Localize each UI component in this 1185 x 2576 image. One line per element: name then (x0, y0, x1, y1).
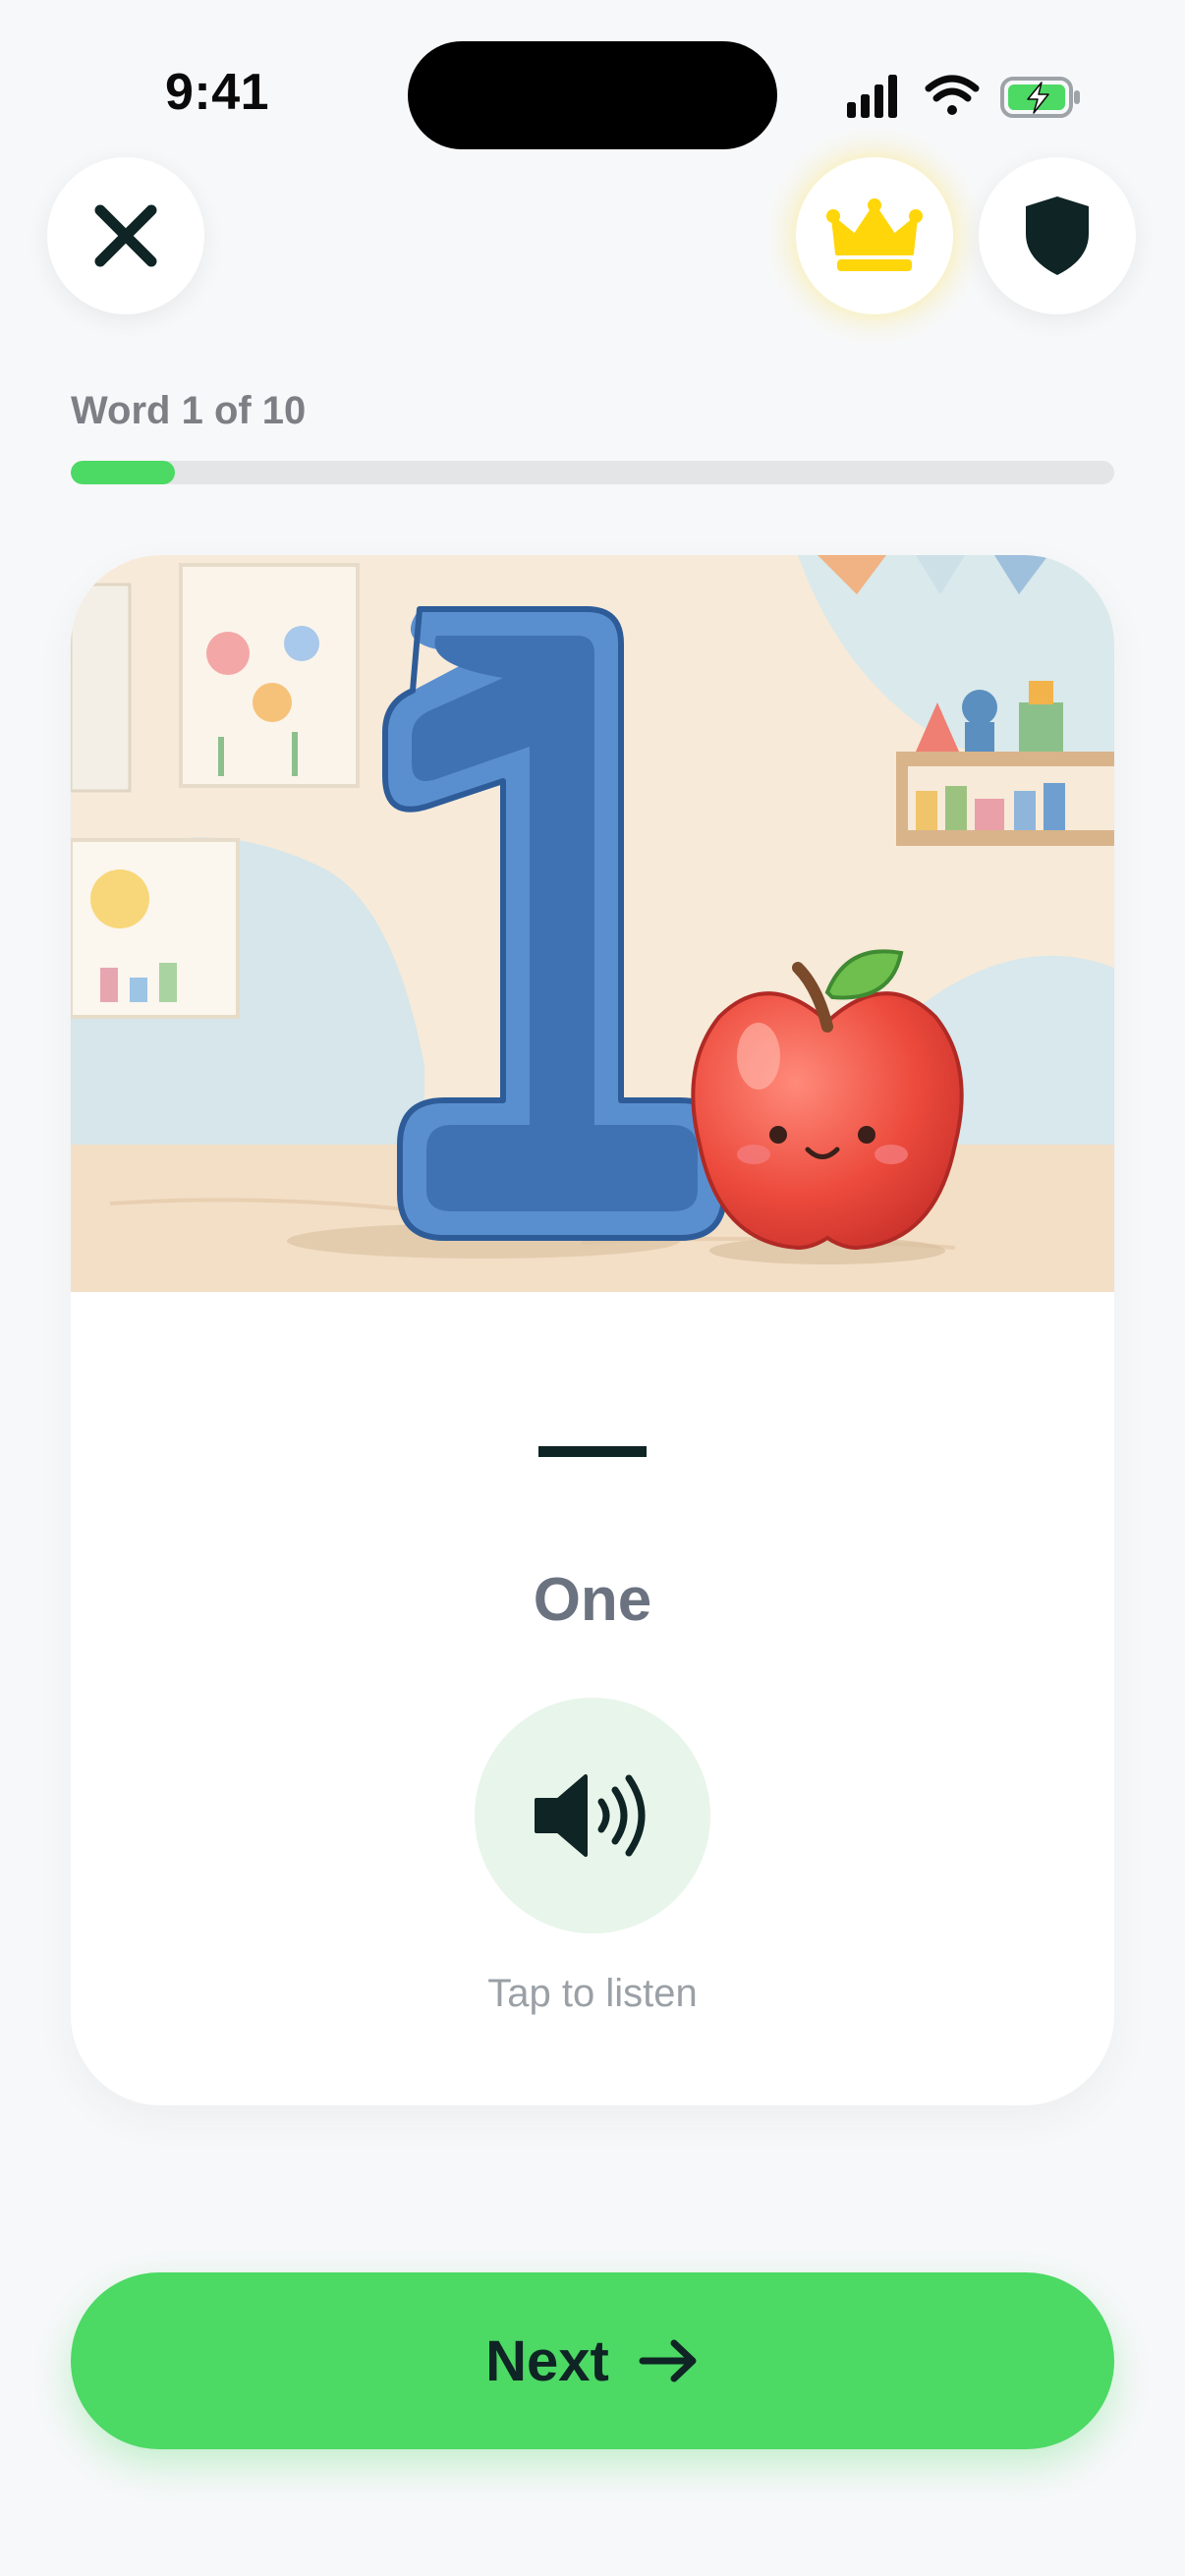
progress-label: Word 1 of 10 (71, 389, 307, 432)
crown-icon (826, 198, 923, 271)
next-button-label: Next (485, 2328, 609, 2393)
shield-icon (1026, 196, 1089, 275)
word-label: One (533, 1566, 652, 1634)
battery-icon (1000, 77, 1080, 118)
progress-bar (71, 461, 1114, 484)
listen-hint: Tap to listen (487, 1972, 698, 2015)
wifi-icon (925, 75, 980, 115)
close-icon (94, 204, 157, 267)
arrow-right-icon (639, 2339, 697, 2382)
wall-poster (71, 838, 240, 1019)
shield-button[interactable] (979, 157, 1136, 314)
next-button[interactable]: Next (71, 2272, 1114, 2449)
progress-fill (71, 461, 176, 484)
close-button[interactable] (47, 157, 204, 314)
status-icons (847, 75, 1080, 118)
wall-poster (179, 563, 360, 788)
word-symbol: — (538, 1383, 647, 1504)
word-card: — One Tap to listen (71, 555, 1114, 2105)
vocabulary-lesson-screen: 9:41 Word 1 of 10 — One Tap to listen Ne… (0, 0, 1185, 2576)
play-audio-button[interactable] (475, 1698, 710, 1933)
status-time: 9:41 (165, 64, 270, 121)
number-one-apple-illustration (71, 555, 1114, 1292)
premium-button[interactable] (796, 157, 953, 314)
speaker-icon (535, 1774, 646, 1857)
dynamic-island (408, 41, 777, 149)
signal-icon (847, 75, 897, 118)
